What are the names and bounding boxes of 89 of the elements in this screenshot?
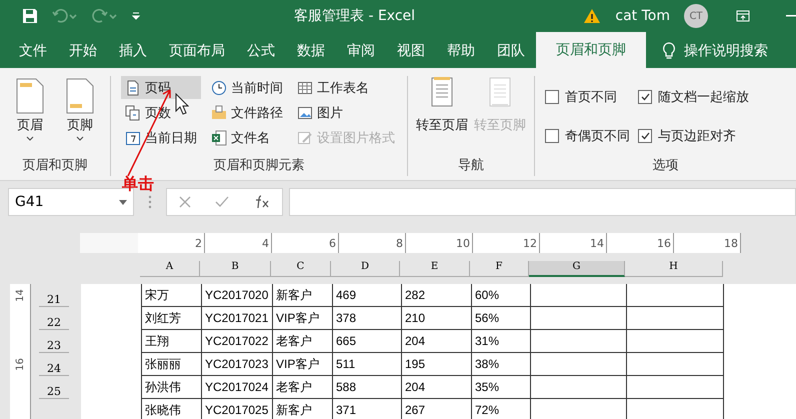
- customize-icon[interactable]: [132, 11, 140, 21]
- formula-input[interactable]: [289, 188, 796, 216]
- ribbon-tab[interactable]: 视图: [386, 34, 436, 68]
- ribbon-tab[interactable]: 插入: [108, 34, 158, 68]
- user-avatar[interactable]: CT: [684, 4, 708, 28]
- header-footer-button[interactable]: 页眉: [8, 76, 52, 156]
- picture-icon: [297, 104, 313, 120]
- table-cell: YC2017025: [201, 399, 272, 419]
- option-checkbox[interactable]: 与页边距对齐: [638, 123, 749, 148]
- ribbon-tab[interactable]: 页面布局: [158, 34, 236, 68]
- grip-icon: [148, 195, 152, 209]
- calendar-icon: [125, 130, 141, 146]
- vertical-ruler: [10, 399, 31, 419]
- ribbon-button[interactable]: 工作表名: [293, 76, 399, 99]
- save-icon[interactable]: [22, 8, 38, 24]
- option-checkbox[interactable]: 首页不同: [545, 84, 630, 109]
- option-checkbox[interactable]: 随文档一起缩放: [638, 84, 749, 109]
- ruler-segment: 2: [138, 233, 205, 253]
- option-checkbox[interactable]: 奇偶页不同: [545, 123, 630, 148]
- chevron-down-icon: [76, 136, 84, 142]
- tell-me-search[interactable]: 操作说明搜索: [684, 42, 768, 60]
- spreadsheet-icon: [211, 130, 227, 146]
- ribbon-button[interactable]: 文件名: [207, 126, 287, 149]
- lightbulb-icon[interactable]: [662, 42, 676, 60]
- clock-icon: [211, 80, 227, 96]
- group-label: 页眉和页脚: [22, 157, 88, 175]
- chevron-down-icon: [26, 136, 34, 142]
- document-icon: [66, 78, 94, 114]
- ruler-segment: 16: [607, 233, 674, 253]
- column-header[interactable]: G: [529, 261, 625, 277]
- check-icon: [640, 132, 650, 140]
- ribbon-tab[interactable]: 公式: [236, 34, 286, 68]
- table-cell: 张晓伟: [141, 399, 201, 419]
- ruler-segment: 14: [540, 233, 607, 253]
- group-label: 页眉和页脚元素: [212, 157, 306, 175]
- ruler-segment: 10: [406, 233, 473, 253]
- column-header[interactable]: D: [331, 261, 400, 277]
- ruler-segment: 6: [272, 233, 339, 253]
- column-header[interactable]: B: [200, 261, 271, 277]
- group-label: 导航: [457, 157, 485, 175]
- ribbon-tab[interactable]: 开始: [58, 34, 108, 68]
- check-icon: [640, 92, 650, 100]
- grid-icon: [297, 80, 313, 96]
- document-icon: [429, 76, 455, 108]
- header-footer-button[interactable]: 页脚: [58, 76, 102, 156]
- column-header[interactable]: C: [271, 261, 331, 277]
- ribbon-tab[interactable]: 帮助: [436, 34, 486, 68]
- format-picture-icon: [297, 130, 313, 146]
- table-cell: 新客户: [272, 399, 332, 419]
- ribbon-tab[interactable]: 页眉和页脚: [536, 32, 646, 68]
- window-title: 客服管理表 - Excel: [294, 7, 416, 25]
- minimize-icon[interactable]: [786, 15, 796, 17]
- ruler-segment: 4: [205, 233, 272, 253]
- pages-icon: [125, 104, 141, 120]
- checkbox[interactable]: [545, 90, 559, 104]
- group-label: 选项: [652, 157, 680, 175]
- user-name[interactable]: cat Tom: [615, 8, 670, 24]
- ruler-segment: 12: [473, 233, 540, 253]
- ribbon-tab[interactable]: 文件: [8, 34, 58, 68]
- warning-icon[interactable]: [583, 8, 602, 24]
- ruler-segment: 18: [674, 233, 741, 253]
- folder-icon: [211, 104, 227, 120]
- navigation-button[interactable]: 转至页眉: [416, 76, 468, 156]
- table-cell: 267: [401, 399, 471, 419]
- cursor-icon: [175, 93, 189, 115]
- ribbon-display-icon[interactable]: [736, 10, 750, 22]
- document-icon: [487, 76, 513, 108]
- checkbox[interactable]: [545, 128, 559, 142]
- ribbon-tab[interactable]: 数据: [286, 34, 336, 68]
- ribbon-button[interactable]: 当前时间: [207, 76, 287, 99]
- vertical-ruler: 14: [10, 284, 31, 307]
- ribbon-button[interactable]: 图片: [293, 101, 399, 124]
- ribbon-button[interactable]: 文件路径: [207, 101, 287, 124]
- page-icon: [125, 80, 141, 96]
- function-icon[interactable]: [254, 195, 270, 209]
- table-cell: 72%: [471, 399, 530, 419]
- checkbox[interactable]: [638, 90, 652, 104]
- checkbox[interactable]: [638, 128, 652, 142]
- document-icon: [16, 78, 44, 114]
- column-header[interactable]: E: [400, 261, 470, 277]
- table-cell: 371: [332, 399, 401, 419]
- dropdown-icon: [119, 200, 127, 204]
- ruler-segment: 8: [339, 233, 406, 253]
- ruler-margin: [80, 233, 138, 253]
- column-header[interactable]: H: [625, 261, 723, 277]
- vertical-ruler: 16: [10, 353, 31, 376]
- column-header[interactable]: A: [140, 261, 200, 277]
- ribbon-tab[interactable]: 审阅: [336, 34, 386, 68]
- ribbon-tab[interactable]: 团队: [486, 34, 536, 68]
